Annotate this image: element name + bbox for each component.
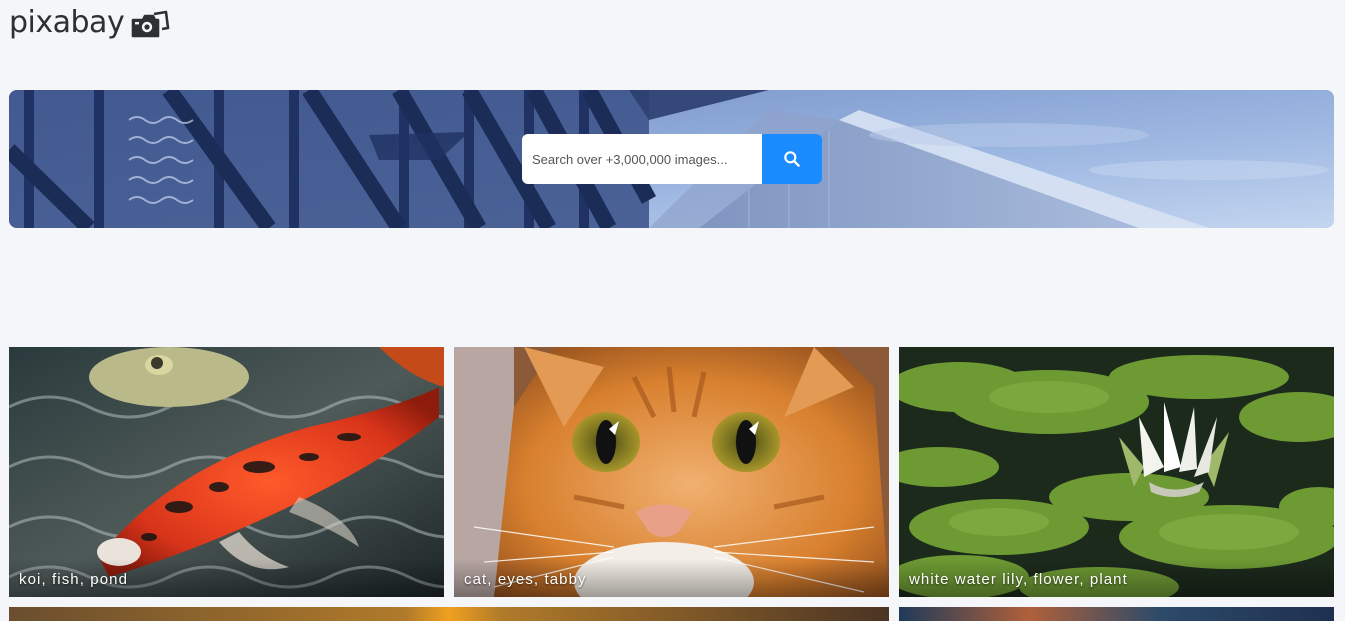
image-card-koi[interactable]: koi, fish, pond [9,347,444,597]
image-card-cat[interactable]: cat, eyes, tabby [454,347,889,597]
search-bar [522,134,822,184]
hero-banner [9,90,1334,228]
image-card-water-lily[interactable]: white water lily, flower, plant [899,347,1334,597]
camera-icon [131,10,170,38]
image-card-row2-1[interactable] [9,607,889,621]
image-tags: koi, fish, pond [19,571,129,588]
partial-image [899,607,1334,621]
search-icon [784,151,800,167]
pixabay-logo[interactable]: pixabay [9,8,170,42]
partial-image [9,607,889,621]
image-tags: white water lily, flower, plant [909,571,1128,588]
image-tags: cat, eyes, tabby [464,571,587,588]
logo-text: pixabay [9,5,125,40]
search-button[interactable] [762,134,822,184]
image-card-row2-2[interactable] [899,607,1334,621]
image-grid: koi, fish, pond cat, eyes, tabby white w… [9,347,1334,621]
search-input[interactable] [522,134,762,184]
